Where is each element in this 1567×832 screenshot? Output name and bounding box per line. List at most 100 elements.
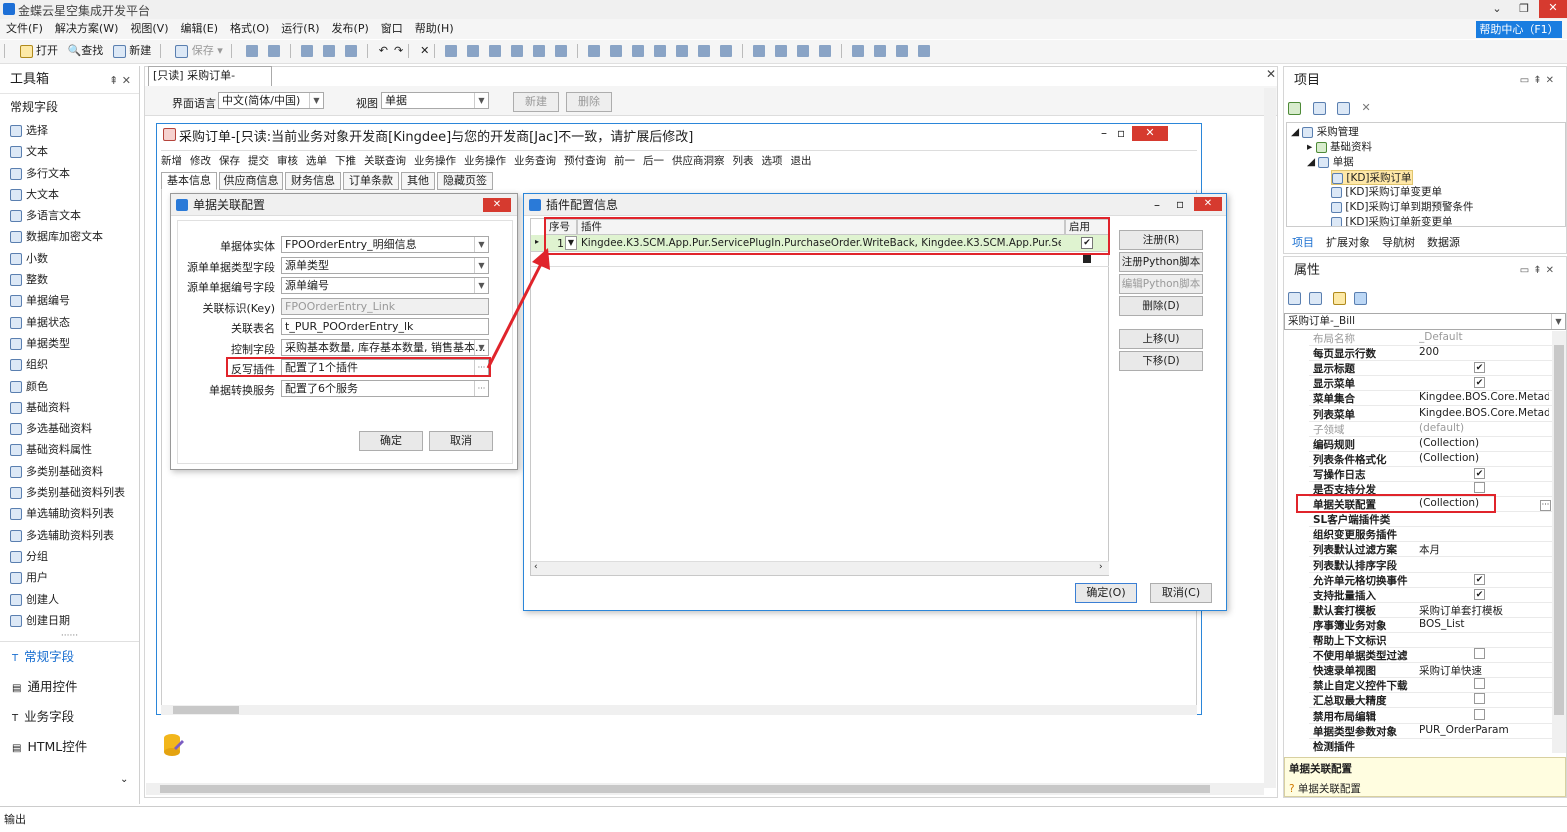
- export-icon[interactable]: [1337, 101, 1350, 115]
- toolbox-item[interactable]: 文本: [0, 141, 139, 162]
- align-icon[interactable]: [632, 45, 645, 57]
- new-button[interactable]: 新建: [112, 40, 151, 62]
- cancel-button[interactable]: 取消: [429, 431, 493, 451]
- property-checkbox[interactable]: ✔: [1474, 588, 1485, 600]
- toolbox-item[interactable]: 用户: [0, 567, 139, 588]
- layer-icon[interactable]: [852, 45, 865, 57]
- form-toolbar-button[interactable]: 提交: [248, 151, 269, 171]
- align-icon[interactable]: [555, 45, 568, 57]
- view-select[interactable]: 单据 ▼: [381, 92, 489, 109]
- toolbar-tool-icon[interactable]: [300, 45, 313, 57]
- designer-hscrollbar[interactable]: [146, 783, 1264, 795]
- tab-datasource[interactable]: 数据源: [1427, 234, 1460, 250]
- toolbar-tool-icon[interactable]: [267, 45, 280, 57]
- object-select[interactable]: 采购订单-_Bill ▼: [1284, 313, 1566, 330]
- toolbox-item[interactable]: 多语言文本: [0, 205, 139, 226]
- toolbox-item[interactable]: 多行文本: [0, 163, 139, 184]
- restore-button[interactable]: ❐: [1510, 1, 1538, 17]
- layout-icon[interactable]: [775, 45, 788, 57]
- toolbox-item[interactable]: 多选基础资料: [0, 418, 139, 439]
- tab-project[interactable]: 项目: [1292, 234, 1314, 250]
- align-icon[interactable]: [720, 45, 733, 57]
- toolbox-item[interactable]: 创建人: [0, 589, 139, 610]
- tab-extension[interactable]: 扩展对象: [1326, 234, 1370, 250]
- property-row[interactable]: 默认套打模板 采购订单套打模板: [1309, 603, 1552, 618]
- toolbox-item[interactable]: 创建日期: [0, 610, 139, 631]
- tree-item[interactable]: [KD]采购订单到期预警条件: [1331, 200, 1474, 215]
- document-tab[interactable]: [只读] 采购订单-_Default: [148, 66, 272, 100]
- field-input[interactable]: FPOOrderEntry_Link: [281, 297, 489, 315]
- save-button[interactable]: 保存 ▾: [175, 40, 223, 62]
- align-icon[interactable]: [610, 45, 623, 57]
- field-input[interactable]: 配置了6个服务 ···: [281, 379, 489, 397]
- form-toolbar-button[interactable]: 保存: [219, 151, 240, 171]
- property-checkbox[interactable]: [1474, 648, 1485, 660]
- property-checkbox[interactable]: [1474, 482, 1485, 493]
- splitter-dots[interactable]: ······: [0, 631, 139, 641]
- delete-icon[interactable]: ✕: [1362, 101, 1371, 114]
- field-input[interactable]: t_PUR_POOrderEntry_lk: [281, 318, 489, 335]
- toolbox-item[interactable]: 大文本: [0, 184, 139, 205]
- form-toolbar-button[interactable]: 预付查询: [564, 151, 606, 171]
- dialog-close-button[interactable]: ✕: [1194, 197, 1222, 211]
- property-row[interactable]: 写操作日志 ✔: [1309, 467, 1552, 482]
- property-row[interactable]: 单据类型参数对象 PUR_OrderParam: [1309, 724, 1552, 739]
- tree-item-selected[interactable]: [KD]采购订单: [1331, 170, 1413, 185]
- categorized-icon[interactable]: [1288, 291, 1301, 305]
- menu-run[interactable]: 运行(R): [275, 19, 325, 39]
- property-row[interactable]: 检测插件: [1309, 739, 1552, 753]
- form-toolbar-button[interactable]: 审核: [277, 151, 298, 171]
- ok-button[interactable]: 确定: [359, 431, 423, 451]
- close-button[interactable]: ✕: [1539, 0, 1567, 18]
- property-checkbox[interactable]: ✔: [1474, 467, 1485, 479]
- form-tab[interactable]: 基本信息: [161, 172, 217, 190]
- form-toolbar-button[interactable]: 列表: [733, 151, 754, 171]
- form-toolbar-button[interactable]: 选单: [306, 151, 327, 171]
- minimize-icon[interactable]: –: [1154, 198, 1160, 212]
- property-row[interactable]: SL客户端插件类: [1309, 512, 1552, 528]
- property-pages-icon[interactable]: [1333, 291, 1346, 305]
- align-icon[interactable]: [489, 45, 502, 57]
- alphabetical-icon[interactable]: [1308, 291, 1322, 305]
- toolbox-item[interactable]: 基础资料属性: [0, 439, 139, 460]
- toolbox-item[interactable]: 数据库加密文本: [0, 226, 139, 247]
- plugin-action-button[interactable]: 注册Python脚本: [1119, 252, 1203, 272]
- form-toolbar-button[interactable]: 修改: [190, 151, 211, 171]
- align-icon[interactable]: [676, 45, 689, 57]
- plugin-action-button[interactable]: 注册(R): [1119, 230, 1203, 250]
- toolbox-item[interactable]: 单据编号: [0, 290, 139, 311]
- toolbox-item[interactable]: 选择: [0, 120, 139, 141]
- plugin-action-button[interactable]: 编辑Python脚本: [1119, 274, 1203, 294]
- copy-icon[interactable]: [1312, 101, 1326, 115]
- events-icon[interactable]: [1353, 291, 1367, 305]
- toolbox-category[interactable]: ▤ 通用控件: [0, 672, 139, 702]
- align-icon[interactable]: [445, 45, 458, 57]
- scroll-thumb[interactable]: [1554, 345, 1564, 715]
- minimize-icon[interactable]: –: [1101, 126, 1107, 140]
- open-button[interactable]: 打开: [19, 40, 58, 62]
- help-center-button[interactable]: 帮助中心（F1）: [1476, 21, 1562, 38]
- property-row[interactable]: 显示菜单 ✔: [1309, 376, 1552, 392]
- align-icon[interactable]: [654, 45, 667, 57]
- new-view-button[interactable]: 新建: [513, 92, 559, 112]
- chevron-down-icon[interactable]: ⌄: [120, 774, 128, 785]
- property-checkbox[interactable]: ✔: [1474, 377, 1485, 389]
- toolbox-item[interactable]: 颜色: [0, 376, 139, 397]
- ok-button[interactable]: 确定(O): [1075, 583, 1137, 603]
- toolbox-item[interactable]: 小数: [0, 248, 139, 269]
- form-tab[interactable]: 财务信息: [285, 172, 341, 190]
- property-row[interactable]: 列表条件格式化 (Collection): [1309, 452, 1552, 467]
- form-toolbar-button[interactable]: 新增: [161, 151, 182, 171]
- lang-select[interactable]: 中文(简体/中国) ▼: [218, 92, 324, 109]
- output-tab[interactable]: 输出: [4, 811, 26, 827]
- dialog-close-button[interactable]: ✕: [483, 198, 511, 212]
- property-row[interactable]: 每页显示行数 200: [1309, 346, 1552, 362]
- toolbox-item[interactable]: 单据类型: [0, 333, 139, 354]
- align-icon[interactable]: [511, 45, 524, 57]
- toolbox-category[interactable]: ▤ HTML控件: [0, 732, 139, 762]
- toolbox-item[interactable]: 单选辅助资料列表: [0, 503, 139, 524]
- property-checkbox[interactable]: ✔: [1474, 362, 1485, 374]
- toolbox-item[interactable]: 基础资料: [0, 397, 139, 418]
- property-checkbox[interactable]: [1474, 693, 1485, 705]
- delete-icon[interactable]: ✕: [420, 40, 429, 62]
